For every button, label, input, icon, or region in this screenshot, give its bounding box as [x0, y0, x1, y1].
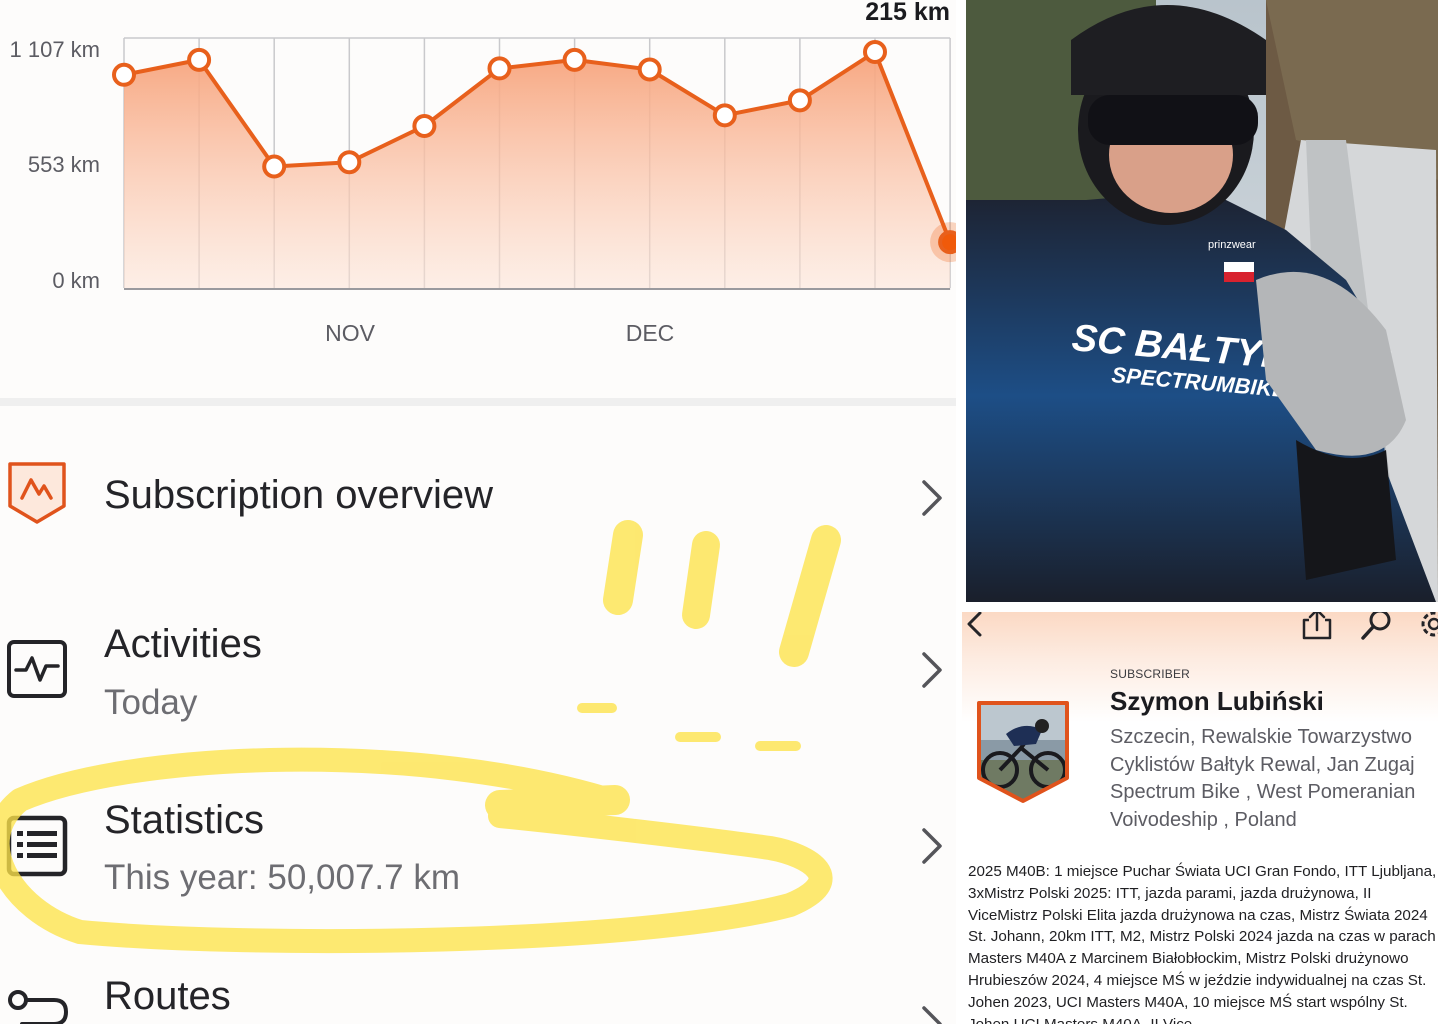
x-tick-label: NOV: [325, 320, 376, 346]
chart-point[interactable]: [712, 103, 737, 128]
current-month-value-label: 215 km: [865, 0, 950, 26]
athlete-name: Szymon Lubiński: [1110, 686, 1324, 716]
share-icon[interactable]: [1300, 612, 1334, 642]
athlete-dashboard: 1 107 km 553 km 0 km NOV DEC 215 km Subs…: [0, 0, 956, 1024]
chart-point[interactable]: [337, 150, 362, 175]
search-icon[interactable]: [1360, 612, 1394, 642]
subscriber-badge: SUBSCRIBER: [1110, 667, 1191, 681]
chart-point[interactable]: [187, 47, 212, 72]
menu-item-statistics[interactable]: Statistics This year: 50,007.7 km: [0, 786, 956, 916]
section-divider: [0, 398, 956, 406]
athlete-bio: 2025 M40B: 1 miejsce Puchar Świata UCI G…: [968, 863, 1437, 1024]
menu-item-subtitle: This year: 50,007.7 km: [104, 858, 460, 897]
statistics-list-icon: [6, 815, 68, 877]
chart-point[interactable]: [262, 154, 287, 179]
menu-item-title: Statistics: [104, 798, 265, 842]
cyclist-selfie-image: SC BAŁTYK REW SPECTRUMBIKE prinzwear: [966, 0, 1438, 602]
chart-point[interactable]: [487, 56, 512, 81]
menu-item-subscription[interactable]: Subscription overview: [0, 440, 956, 560]
chevron-right-icon: [922, 1006, 942, 1024]
chart-point[interactable]: [863, 40, 887, 64]
athlete-photo: SC BAŁTYK REW SPECTRUMBIKE prinzwear: [966, 0, 1438, 602]
y-tick-label: 0 km: [52, 268, 100, 293]
y-axis-ticks: 1 107 km 553 km 0 km: [10, 37, 101, 293]
activity-pulse-icon: [7, 640, 67, 698]
menu-item-routes[interactable]: Routes: [0, 962, 956, 1024]
menu-item-title: Routes: [104, 974, 231, 1018]
chart-point[interactable]: [562, 47, 587, 72]
chart-current-point[interactable]: [938, 230, 956, 255]
chevron-left-icon[interactable]: [964, 612, 986, 639]
monthly-distance-chart: 1 107 km 553 km 0 km NOV DEC 215 km: [10, 0, 956, 346]
chevron-right-icon: [922, 652, 942, 688]
chart-point[interactable]: [787, 88, 812, 113]
jersey-logo-text: prinzwear: [1208, 239, 1256, 251]
y-tick-label: 553 km: [28, 152, 100, 177]
chart-point[interactable]: [112, 62, 136, 87]
route-icon: [8, 990, 69, 1024]
x-tick-label: DEC: [626, 320, 675, 346]
chevron-right-icon: [922, 480, 942, 516]
avatar[interactable]: [976, 700, 1070, 804]
gear-icon[interactable]: [1417, 612, 1438, 642]
chart-area-fill: [124, 52, 951, 288]
chevron-right-icon: [922, 828, 942, 864]
athlete-location: Szczecin, Rewalskie Towarzystwo Cyklistó…: [1110, 726, 1416, 831]
menu-item-subtitle: Today: [104, 683, 198, 722]
y-tick-label: 1 107 km: [10, 37, 101, 62]
chart-point[interactable]: [412, 113, 437, 138]
menu-item-title: Activities: [104, 622, 262, 666]
menu-item-title: Subscription overview: [104, 473, 494, 517]
strava-badge-icon: [8, 462, 66, 524]
menu-item-activities[interactable]: Activities Today: [0, 610, 956, 740]
chart-point[interactable]: [637, 57, 662, 82]
athlete-profile-card: SUBSCRIBER Szymon Lubiński Szczecin, Rew…: [962, 612, 1438, 1024]
